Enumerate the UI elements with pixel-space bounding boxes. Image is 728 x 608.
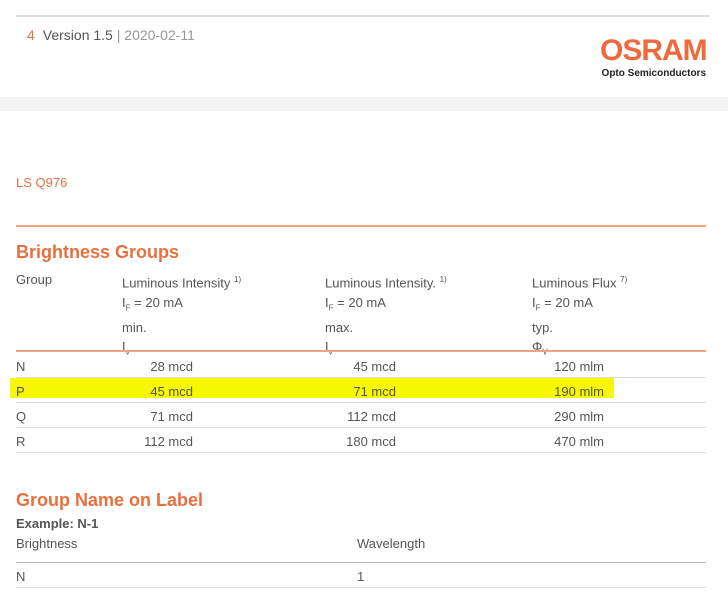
col-group-header: Group [16, 272, 53, 287]
flux-cell: 290 mlm [554, 409, 604, 424]
max-cell: 180 mcd [346, 434, 396, 449]
label-wavelength-value: 1 [357, 569, 365, 584]
row-divider [16, 402, 706, 403]
logo-brand: OSRAM [600, 34, 708, 67]
flux-cell: 190 mlm [554, 384, 604, 399]
top-divider [16, 15, 710, 17]
label-title: Group Name on Label [16, 490, 204, 510]
group-cell: R [16, 434, 26, 449]
label-row-divider [16, 587, 706, 588]
max-cell: 45 mcd [353, 359, 396, 374]
group-cell: N [16, 359, 26, 374]
label-header-divider [16, 562, 706, 563]
col-max-header: Luminous Intensity. 1) IF = 20 mA max. I… [325, 275, 447, 358]
brightness-title: Brightness Groups [16, 242, 180, 262]
row-divider [16, 427, 706, 428]
page-header: 4 Version 1.5 | 2020-02-11 [27, 27, 195, 43]
flux-cell: 120 mlm [554, 359, 604, 374]
table-header-divider [16, 350, 706, 352]
row-divider [16, 452, 706, 453]
col-wavelength-header: Wavelength [357, 536, 426, 551]
date: 2020-02-11 [124, 27, 195, 43]
logo-subtitle: Opto Semiconductors [601, 68, 706, 79]
min-cell: 112 mcd [144, 434, 193, 449]
product-name: LS Q976 [16, 175, 68, 190]
max-cell: 112 mcd [347, 409, 396, 424]
min-cell: 28 mcd [150, 359, 193, 374]
version: Version 1.5 [42, 27, 113, 43]
col-brightness-header: Brightness [16, 536, 78, 551]
group-cell: Q [16, 409, 27, 424]
min-cell: 45 mcd [150, 384, 193, 399]
label-brightness-value: N [16, 569, 26, 584]
min-cell: 71 mcd [150, 409, 193, 424]
max-cell: 71 mcd [353, 384, 396, 399]
label-example: Example: N-1 [16, 516, 99, 531]
osram-logo: OSRAM Opto Semiconductors [600, 34, 708, 80]
group-cell: P [16, 384, 25, 399]
row-divider [16, 377, 706, 378]
col-min-header: Luminous Intensity 1) IF = 20 mA min. Iv [122, 275, 242, 358]
page-number: 4 [27, 27, 35, 43]
col-flux-header: Luminous Flux 7) IF = 20 mA typ. ΦV [532, 275, 628, 358]
separator: | [116, 27, 121, 43]
section-divider [16, 225, 706, 227]
page-break [0, 97, 728, 111]
flux-cell: 470 mlm [554, 434, 604, 449]
